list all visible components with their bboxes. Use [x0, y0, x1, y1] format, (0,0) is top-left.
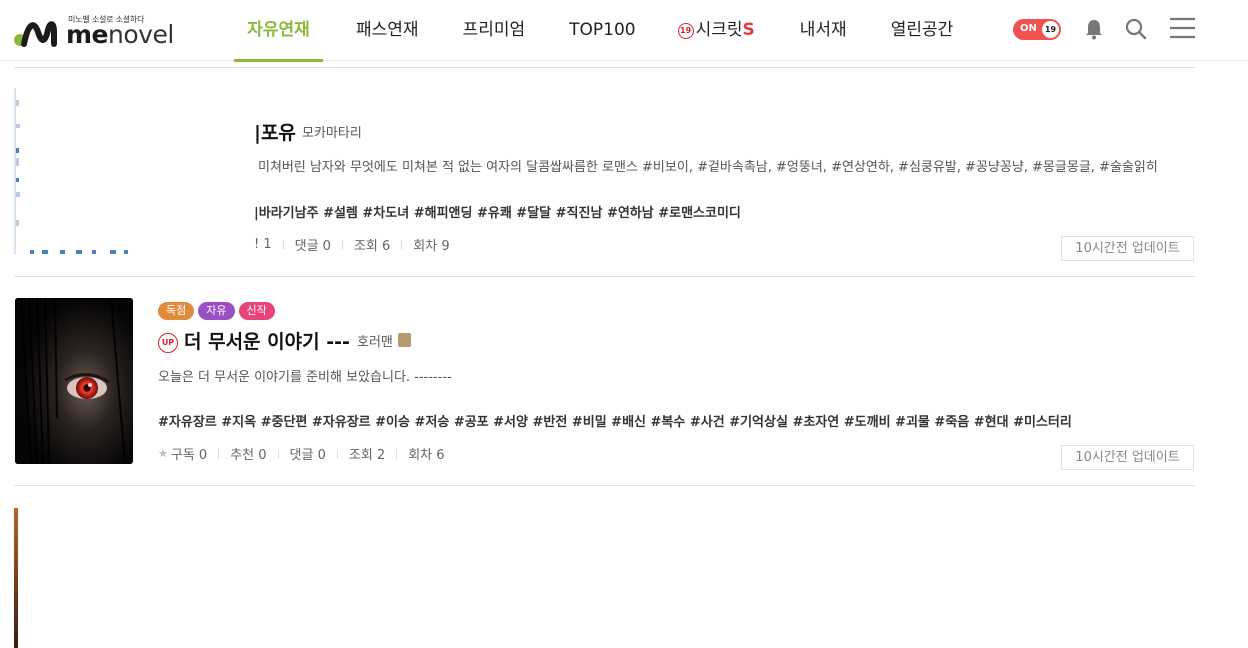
stat-views: 조회 6 [353, 239, 391, 254]
nav-free-serial[interactable]: 자유연재 [234, 0, 323, 62]
stat-separator [396, 448, 398, 459]
cover-art [16, 88, 132, 254]
novel-description: 미쳐버린 남자와 무엇에도 미쳐본 적 없는 여자의 달콤쌉싸름한 로맨스 #비… [258, 160, 1158, 175]
novel-author[interactable]: 모카마타리 [302, 122, 362, 141]
novel-stats: ! 1 댓글 0 조회 6 회차 9 [254, 235, 450, 254]
menovel-logo[interactable]: 미노벨 소설로 소셜하다 menovel [14, 12, 184, 52]
list-divider [14, 67, 1195, 68]
badge-free: 자유 [198, 302, 235, 320]
main-nav: 자유연재 패스연재 프리미엄 TOP100 19 시크릿S 내서재 열린공간 [234, 0, 954, 62]
nav-my-library[interactable]: 내서재 [800, 0, 847, 61]
novel-cover[interactable] [14, 88, 132, 254]
adult-19-icon: 19 [677, 23, 694, 39]
update-time-badge: 10시간전 업데이트 [1061, 236, 1194, 261]
nav-top100[interactable]: TOP100 [569, 0, 635, 61]
nav-open-space[interactable]: 열린공간 [891, 0, 954, 61]
novel-tags[interactable]: #자유장르 #지옥 #중단편 #자유장르 #이승 #저승 #공포 #서양 #반전… [158, 411, 1072, 430]
novel-title[interactable]: 더 무서운 이야기 --- [184, 331, 350, 353]
novel-title-row[interactable]: UP 더 무서운 이야기 --- [158, 327, 350, 354]
update-time-badge: 10시간전 업데이트 [1061, 445, 1194, 470]
star-icon: ★ [158, 447, 168, 460]
novel-tags[interactable]: |바라기남주 #설렘 #차도녀 #해피앤딩 #유쾌 #달달 #직진남 #연하남 … [254, 202, 741, 221]
menu-icon[interactable] [1170, 17, 1195, 39]
novel-badges: 독점 자유 신작 [158, 302, 275, 320]
toggle-label: ON [1020, 23, 1037, 34]
stat-partial: ! 1 [254, 237, 272, 252]
scroll-icon [397, 333, 411, 347]
nav-pass-serial[interactable]: 패스연재 [356, 0, 419, 61]
up-icon: UP [158, 333, 178, 353]
stat-comments: 댓글 0 [294, 239, 331, 254]
bell-icon[interactable] [1084, 18, 1104, 40]
nav-secret[interactable]: 19 시크릿S [677, 0, 755, 61]
stat-separator [336, 448, 338, 459]
search-icon[interactable] [1125, 18, 1147, 40]
novel-author[interactable]: 호러맨 [357, 335, 393, 350]
stat-separator [277, 448, 279, 459]
secret-s-icon: S [742, 20, 755, 40]
stat-comments: 댓글 0 [289, 448, 326, 463]
badge-new: 신작 [238, 302, 275, 320]
logo-mark-icon [14, 21, 57, 47]
nav-label: 내서재 [799, 20, 847, 40]
nav-label: 자유연재 [247, 20, 310, 40]
stat-recommend: 추천 0 [230, 448, 267, 463]
top-header: 미노벨 소설로 소셜하다 menovel 자유연재 패스연재 프리미엄 TOP1… [0, 0, 1248, 62]
nav-label: 시크릿 [695, 20, 743, 40]
nav-label: TOP100 [569, 20, 636, 40]
nav-label: 패스연재 [356, 20, 419, 40]
cover-art-eye [15, 298, 133, 464]
logo-word-me: me [66, 20, 109, 49]
logo-word-novel: novel [108, 20, 174, 49]
stat-episodes: 회차 9 [413, 239, 450, 254]
stat-separator [282, 239, 284, 250]
list-divider [14, 276, 1195, 277]
toggle-knob: 19 [1042, 21, 1059, 38]
novel-stats: ★ 구독 0 추천 0 댓글 0 조회 2 회차 6 [158, 444, 445, 463]
stat-episodes: 회차 6 [408, 448, 445, 463]
list-divider [14, 485, 1195, 486]
novel-cover[interactable] [15, 298, 133, 464]
stat-separator [401, 239, 403, 250]
adult-toggle[interactable]: ON 19 [1013, 19, 1061, 40]
logo-wordmark: menovel [66, 20, 174, 49]
novel-description: 오늘은 더 무서운 이야기를 준비해 보았습니다. -------- [158, 370, 452, 385]
nav-label: 열린공간 [890, 20, 954, 40]
novel-title[interactable]: |포유 [254, 118, 296, 145]
nav-premium[interactable]: 프리미엄 [463, 0, 526, 61]
novel-author-row[interactable]: 호러맨 [357, 331, 411, 350]
stat-subscribe: 구독 0 [170, 448, 208, 463]
novel-cover[interactable] [14, 508, 18, 648]
stat-views: 조회 2 [348, 448, 386, 463]
nav-label: 프리미엄 [462, 20, 526, 40]
stat-separator [218, 448, 220, 459]
badge-exclusive: 독점 [158, 302, 195, 320]
stat-separator [341, 239, 343, 250]
